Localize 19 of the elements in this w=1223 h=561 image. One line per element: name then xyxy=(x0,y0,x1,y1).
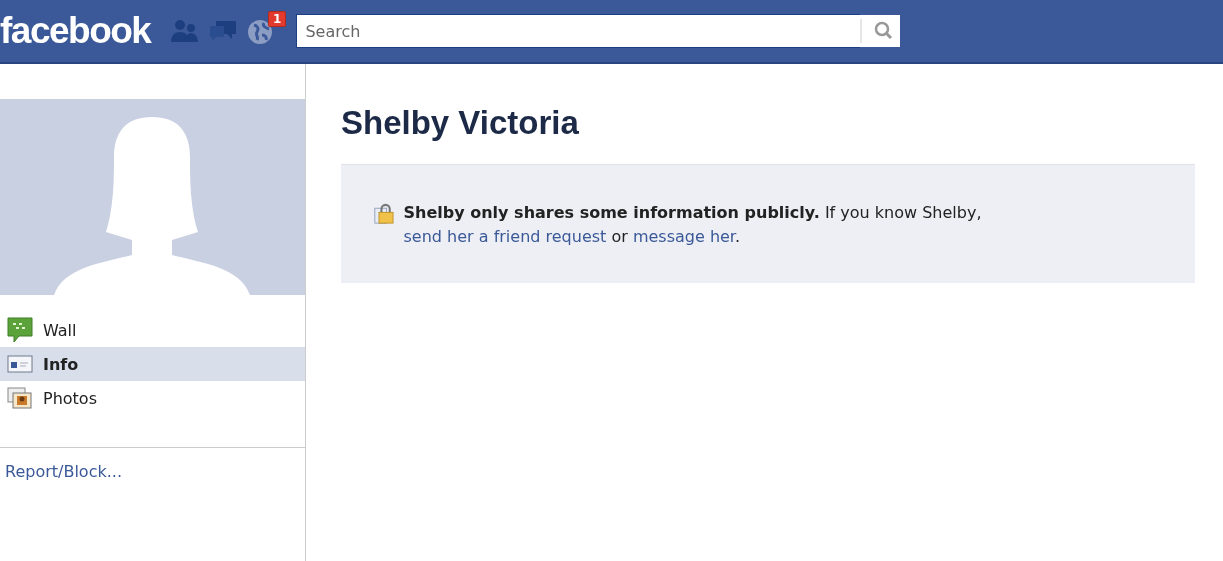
sidebar-item[interactable]: Photos xyxy=(0,381,305,415)
messages-icon[interactable] xyxy=(208,18,239,44)
notice-link[interactable]: message her xyxy=(632,227,735,246)
sidebar-item[interactable]: Info xyxy=(0,347,305,381)
profile-name: Shelby Victoria xyxy=(341,104,580,142)
photos-icon xyxy=(7,386,33,410)
globe-icon[interactable] xyxy=(246,17,275,45)
logo[interactable]: facebook xyxy=(0,10,151,52)
lock-icon xyxy=(374,201,396,227)
sidebar-item[interactable]: Wall xyxy=(0,313,305,347)
friends-icon[interactable] xyxy=(170,18,201,44)
search-icon[interactable] xyxy=(860,14,901,48)
id-card-icon xyxy=(7,354,33,374)
notice-link[interactable]: send her a friend request xyxy=(403,227,607,246)
search-field[interactable]: Search xyxy=(296,14,861,48)
report-block-link[interactable]: Report/Block... xyxy=(5,462,122,481)
privacy-message: Shelby only shares some information publicly. If you know Shelby, send her a friend request or message her. xyxy=(403,202,983,248)
notification-badge: 1 xyxy=(268,11,287,27)
speech-bubble-icon xyxy=(7,317,33,343)
